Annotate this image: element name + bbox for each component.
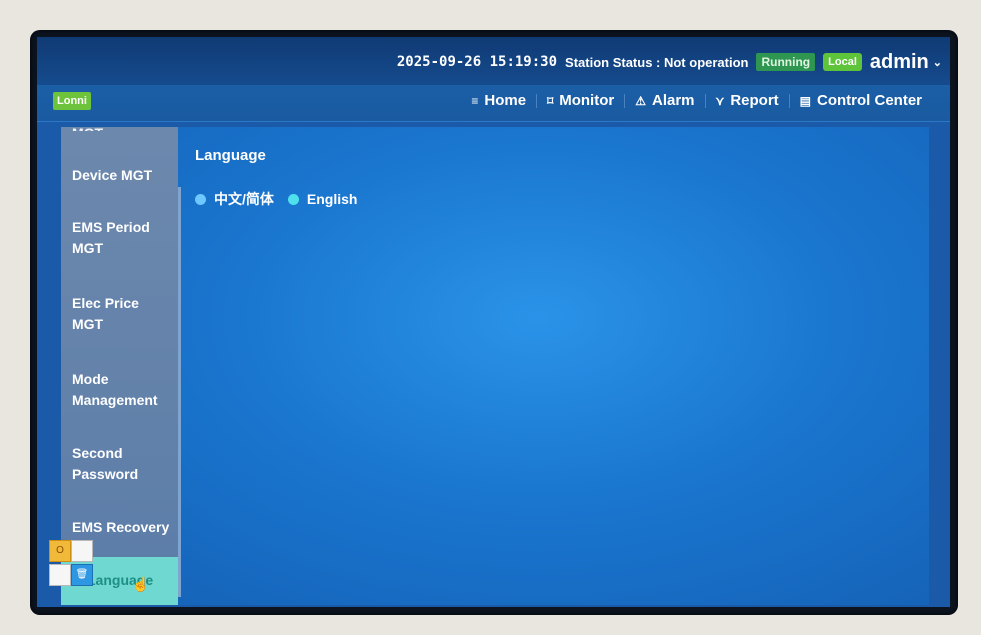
content-panel: MGT Device MGT EMS Period MGT Elec Price… <box>61 125 929 605</box>
nav-monitor[interactable]: ⌑ Monitor <box>537 92 624 109</box>
trash-icon[interactable]: 🗑 <box>71 564 93 586</box>
home-icon: ≡ <box>471 93 479 108</box>
nav-bar: Lonni ≡ Home ⌑ Monitor ⚠ Alarm ⋎ Report <box>37 85 950 122</box>
control-center-icon: ▤ <box>799 93 811 108</box>
sidebar-scrollbar[interactable] <box>178 187 181 597</box>
nav-divider <box>536 93 538 108</box>
language-option-chinese-label: 中文/简体 <box>214 191 274 207</box>
radio-icon <box>195 193 206 205</box>
nav-alarm-label: Alarm <box>651 92 695 109</box>
report-icon: ⋎ <box>715 93 725 108</box>
local-badge: Local <box>823 53 862 71</box>
user-menu[interactable]: admin ⌄ <box>870 51 942 74</box>
datetime: 2025-09-26 15:19:30 <box>396 54 558 70</box>
quick-widget-blank-button[interactable] <box>49 564 71 586</box>
nav-control-center-label: Control Center <box>817 92 922 109</box>
sidebar-item-mode-management[interactable]: Mode Management <box>72 369 172 411</box>
sidebar-item-elec-price-mgt[interactable]: Elec Price MGT <box>72 293 157 335</box>
sidebar-item-ems-period-mgt[interactable]: EMS Period MGT <box>72 217 167 259</box>
quick-widget-blank-button[interactable] <box>71 540 93 562</box>
sidebar-item-mgt[interactable]: MGT <box>72 123 103 131</box>
language-option-english[interactable]: English <box>287 191 358 207</box>
language-section-title: Language <box>195 147 266 164</box>
nav-home-label: Home <box>484 92 527 109</box>
language-option-chinese[interactable]: 中文/简体 <box>195 189 274 209</box>
nav-divider <box>704 93 706 108</box>
quick-widget-circle-button[interactable]: O <box>49 540 71 562</box>
status-bar: 2025-09-26 15:19:30 Station Status : Not… <box>37 37 950 85</box>
running-badge: Running <box>756 53 816 71</box>
alarm-icon: ⚠ <box>635 93 646 108</box>
quick-access-widget[interactable]: O 🗑 <box>49 540 95 588</box>
nav-alarm[interactable]: ⚠ Alarm <box>625 92 704 109</box>
sidebar-item-ems-recovery[interactable]: EMS Recovery <box>72 517 177 538</box>
main-area: Language 中文/简体 English <box>195 127 929 605</box>
logo: Lonni <box>53 92 91 110</box>
radio-selected-icon <box>287 193 299 205</box>
sidebar: MGT Device MGT EMS Period MGT Elec Price… <box>61 125 178 605</box>
nav-report-label: Report <box>730 92 779 109</box>
screen: 2025-09-26 15:19:30 Station Status : Not… <box>37 37 950 607</box>
language-option-english-label: English <box>306 191 358 207</box>
station-status: Station Status : Not operation <box>565 54 749 70</box>
username: admin <box>869 50 929 73</box>
nav-divider <box>624 93 626 108</box>
cursor-icon: ☝ <box>132 576 150 592</box>
nav-divider <box>788 93 790 108</box>
sidebar-item-device-mgt[interactable]: Device MGT <box>72 165 167 186</box>
nav-items: ≡ Home ⌑ Monitor ⚠ Alarm ⋎ Report ▤ Cont… <box>461 92 932 109</box>
language-options: 中文/简体 English <box>195 189 357 209</box>
sidebar-item-second-password[interactable]: Second Password <box>72 443 152 485</box>
nav-report[interactable]: ⋎ Report <box>706 92 789 109</box>
chevron-down-icon: ⌄ <box>932 56 942 69</box>
monitor-icon: ⌑ <box>547 93 554 108</box>
nav-home[interactable]: ≡ Home <box>461 92 536 109</box>
nav-monitor-label: Monitor <box>559 92 615 109</box>
nav-control-center[interactable]: ▤ Control Center <box>790 92 932 109</box>
